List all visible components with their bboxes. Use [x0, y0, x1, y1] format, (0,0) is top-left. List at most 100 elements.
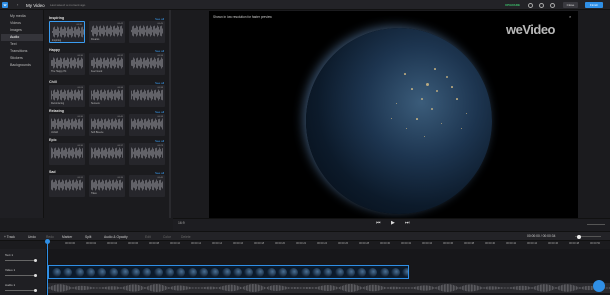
track-volume-slider[interactable] [5, 275, 37, 276]
see-all-link[interactable]: See all [155, 81, 164, 85]
city-lights [426, 83, 429, 86]
audio-track-tile[interactable]: 00:30 Inspiring [49, 21, 85, 43]
previous-icon[interactable]: ⏮ [376, 220, 381, 226]
audio-track-tile[interactable]: 00:31 [49, 175, 85, 197]
track-duration: 00:40 [117, 116, 123, 118]
account-icon[interactable] [550, 2, 555, 8]
audio-track-tile[interactable]: 00:37 [89, 143, 125, 165]
track-duration: 00:30 [77, 116, 83, 118]
sidebar-item[interactable]: Audio [1, 34, 43, 41]
track-volume-knob[interactable] [34, 273, 37, 277]
audio-clip[interactable] [48, 283, 610, 293]
upgrade-link[interactable]: UPGRADE [505, 3, 520, 7]
wevideo-watermark: weVideo [504, 21, 574, 43]
track-volume-knob[interactable] [34, 258, 37, 262]
audio-track-tile[interactable]: 00:35 Tides [89, 175, 125, 197]
tool-button[interactable]: Undo [28, 235, 36, 239]
clip-frame-thumbnail [153, 268, 163, 277]
tool-button[interactable]: + Track [4, 235, 15, 239]
timeline-ruler[interactable]: 00:00:00 00:00:02 00:00:04 00:00:06 00:00:08… [47, 241, 610, 249]
finish-button[interactable]: Finish [585, 2, 603, 8]
sidebar-item[interactable]: Text [1, 41, 43, 48]
sidebar-item[interactable]: Transitions [1, 48, 43, 55]
audio-track-tile[interactable]: 00:40 Soft Breeze [89, 114, 125, 136]
play-icon[interactable]: ▶ [391, 220, 395, 226]
tool-button[interactable]: Audio & Opacity [104, 235, 128, 239]
library-scrollbar[interactable] [169, 10, 171, 218]
sidebar-item[interactable]: My media [1, 13, 43, 20]
close-preview-icon[interactable]: × [569, 14, 571, 19]
clip-frame-thumbnail [402, 268, 408, 277]
ruler-tick: 00:00:46 [548, 242, 559, 245]
playhead[interactable] [47, 240, 48, 295]
see-all-link[interactable]: See all [155, 139, 164, 143]
audio-track-tile[interactable]: 00:32 Feel Good [89, 53, 125, 75]
aspect-ratio-select[interactable]: 16:9 [178, 221, 185, 225]
video-clip[interactable] [48, 265, 409, 279]
audio-track-tile[interactable]: 00:33 [129, 114, 165, 136]
audio-track-tile[interactable]: 00:45 [129, 21, 165, 43]
see-all-link[interactable]: See all [155, 49, 164, 53]
sidebar-item[interactable]: Stickers [1, 55, 43, 62]
track-volume-knob[interactable] [34, 288, 37, 292]
ruler-tick: 00:00:38 [464, 242, 475, 245]
volume-slider[interactable] [587, 224, 605, 225]
audio-track-tile[interactable]: 00:36 Sunsets [89, 85, 125, 107]
ruler-tick: 00:00:16 [233, 242, 244, 245]
audio-track-tile[interactable]: 00:42 Dreams [89, 21, 125, 43]
audio-track-tile[interactable]: 00:38 [129, 85, 165, 107]
audio-track-tile[interactable]: 00:26 Reminiscing [49, 85, 85, 107]
see-all-link[interactable]: See all [155, 110, 164, 114]
city-lights [424, 136, 426, 138]
ruler-tick: 00:00:10 [170, 242, 181, 245]
close-button[interactable]: Close [563, 2, 578, 8]
chat-help-button[interactable] [593, 280, 605, 292]
see-all-link[interactable]: See all [155, 171, 164, 175]
audio-track-tile[interactable]: 00:30 Unfold [49, 114, 85, 136]
city-lights [441, 123, 443, 125]
settings-icon[interactable] [528, 2, 533, 8]
sidebar-item[interactable]: Backgrounds [1, 62, 43, 69]
tool-button: Color [163, 235, 171, 239]
clip-frame-thumbnail [244, 268, 254, 277]
ruler-tick: 00:00:48 [569, 242, 580, 245]
playhead-handle[interactable] [45, 239, 50, 244]
timeline-toolbar: + Track Undo Redo Marker Split Audio & Opacit… [0, 231, 610, 241]
track-label: Audio 1 [5, 283, 16, 287]
sidebar-item[interactable]: Images [1, 27, 43, 34]
clip-frame-thumbnail [391, 268, 400, 277]
zoom-slider-knob[interactable] [577, 234, 581, 239]
clip-frame-thumbnail [119, 268, 129, 277]
track-volume-slider[interactable] [5, 290, 37, 291]
see-all-link[interactable]: See all [155, 17, 164, 21]
track-duration: 00:34 [157, 55, 163, 57]
city-lights [466, 113, 468, 115]
audio-track-tile[interactable]: 00:40 [129, 175, 165, 197]
tool-button[interactable]: Marker [62, 235, 72, 239]
clip-frame-thumbnail [278, 268, 287, 277]
waveform-thumbnail [51, 147, 83, 159]
tool-button[interactable]: Split [85, 235, 91, 239]
audio-track-tile[interactable]: 00:34 [129, 53, 165, 75]
waveform-thumbnail [91, 89, 123, 101]
clip-frame-thumbnail [357, 268, 367, 277]
city-lights [431, 108, 433, 110]
project-title[interactable]: My Video [26, 3, 45, 8]
clip-frame-thumbnail [232, 268, 242, 277]
ruler-tick: 00:00:02 [86, 242, 97, 245]
track-volume-slider[interactable] [5, 260, 37, 261]
help-icon[interactable] [539, 2, 544, 8]
wevideo-logo[interactable]: W [2, 2, 8, 8]
track-duration: 00:30 [76, 24, 82, 26]
waveform-thumbnail [131, 57, 163, 69]
waveform-thumbnail [91, 147, 123, 159]
sidebar-item[interactable]: Videos [1, 20, 43, 27]
clip-frame-thumbnail [221, 268, 231, 277]
next-icon[interactable]: ⏭ [405, 220, 410, 226]
save-status: Last saved: a moment ago [50, 3, 86, 7]
track-duration: 00:36 [117, 87, 123, 89]
back-icon[interactable]: ‹ [17, 2, 18, 7]
audio-track-tile[interactable]: 00:30 The Happy Hit [49, 53, 85, 75]
audio-track-tile[interactable]: 00:30 [49, 143, 85, 165]
audio-track-tile[interactable]: 00:29 [129, 143, 165, 165]
